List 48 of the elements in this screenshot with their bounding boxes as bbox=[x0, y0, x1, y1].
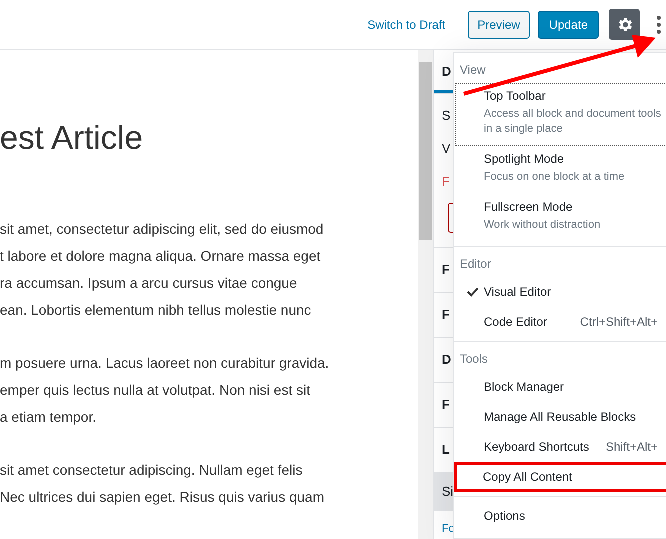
menu-item-label: Visual Editor bbox=[484, 285, 552, 299]
menu-item[interactable]: Code Editor Ctrl+Shift+Alt+ bbox=[455, 307, 666, 337]
update-button[interactable]: Update bbox=[538, 10, 599, 38]
paragraph-line: sit amet consectetur adipiscing. Nullam eget felis bbox=[0, 461, 304, 480]
paragraph-line: sit amet, consectetur adipiscing elit, sed do eiusmod bbox=[0, 220, 325, 239]
menu-item-label: Manage All Reusable Blocks bbox=[484, 410, 636, 424]
menu-section-label: View bbox=[459, 62, 487, 79]
menu-section-label: Editor bbox=[459, 256, 492, 273]
menu-item-description: Work without distraction bbox=[484, 218, 602, 233]
paragraph-line: ean. Lobortis elementum nibh tellus molestie nunc bbox=[0, 301, 312, 320]
shortcut-text: Shift+Alt+ bbox=[606, 440, 659, 454]
paragraph-line: m posuere urna. Lacus laoreet non curabitur gravida. bbox=[0, 354, 330, 373]
menu-item[interactable]: Copy All Content bbox=[454, 462, 666, 492]
menu-item-label: Fullscreen Mode bbox=[484, 200, 573, 214]
menu-item-label: Options bbox=[484, 509, 526, 523]
menu-item-label: Code Editor bbox=[484, 315, 548, 329]
shortcut-text: Ctrl+Shift+Alt+ bbox=[580, 315, 659, 329]
menu-item-label: Spotlight Mode bbox=[484, 152, 564, 166]
menu-item[interactable]: Block Manager bbox=[455, 372, 666, 402]
sidebar-text: S bbox=[441, 107, 452, 125]
menu-item[interactable]: Manage All Reusable Blocks bbox=[455, 402, 666, 432]
menu-item-description: Access all block and document tools in a single place bbox=[484, 107, 662, 137]
paragraph-line: t labore et dolore magna aliqua. Ornare massa eget bbox=[0, 247, 322, 266]
menu-item-label: Keyboard Shortcuts bbox=[484, 440, 590, 454]
switch-to-draft-link[interactable]: Switch to Draft bbox=[368, 18, 446, 32]
paragraph-line: emper quis lectus nulla at volutpat. Non nisi est sit bbox=[0, 381, 312, 400]
sidebar-text: F bbox=[441, 173, 451, 191]
post-title[interactable]: est Article bbox=[0, 120, 418, 156]
paragraph-line: a etiam tempor. bbox=[0, 408, 98, 427]
menu-item[interactable]: Spotlight Mode Focus on one block at a time bbox=[455, 146, 666, 194]
menu-item[interactable]: Visual Editor bbox=[455, 277, 666, 307]
settings-button[interactable] bbox=[609, 9, 640, 40]
menu-item[interactable]: Options bbox=[455, 501, 666, 531]
sidebar-text: V bbox=[441, 140, 452, 158]
more-options-icon[interactable] bbox=[656, 14, 662, 34]
menu-item-label: Top Toolbar bbox=[484, 89, 546, 103]
menu-item-label: Copy All Content bbox=[483, 470, 572, 484]
menu-section-label: Tools bbox=[459, 351, 490, 368]
menu-item-description: Focus on one block at a time bbox=[484, 170, 626, 185]
check-icon bbox=[467, 287, 479, 297]
scrollbar[interactable] bbox=[418, 50, 433, 539]
paragraph-line: Nec ultrices dui sapien eget. Risus quis varius quam bbox=[0, 488, 326, 507]
menu-item[interactable]: Keyboard Shortcuts Shift+Alt+ bbox=[455, 432, 666, 462]
menu-item[interactable]: Fullscreen Mode Work without distraction bbox=[455, 194, 666, 242]
preview-button[interactable]: Preview bbox=[468, 10, 530, 38]
paragraph-line: ra accumsan. Ipsum a arcu cursus vitae congue bbox=[0, 274, 298, 293]
menu-item-label: Block Manager bbox=[484, 380, 564, 394]
menu-item[interactable]: Top Toolbar Access all block and document tools in a single place bbox=[455, 83, 666, 146]
